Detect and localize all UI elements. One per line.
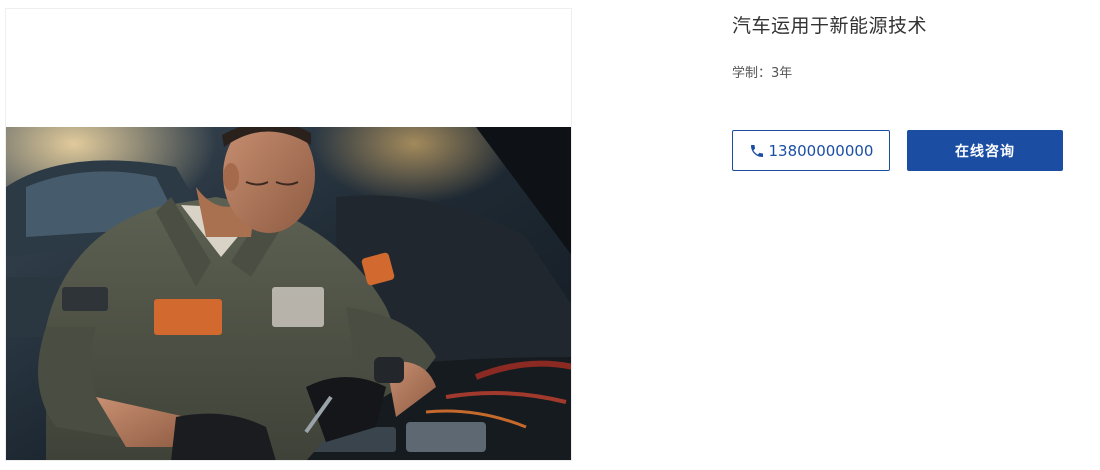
course-title: 汽车运用于新能源技术 <box>732 15 928 37</box>
phone-button[interactable]: 13800000000 <box>732 130 890 171</box>
phone-icon <box>749 143 765 159</box>
course-image-card <box>5 8 572 461</box>
course-detail-page: 汽车运用于新能源技术 学制：3年 13800000000 在线咨询 <box>0 0 1100 470</box>
course-duration: 学制：3年 <box>732 62 792 81</box>
phone-number: 13800000000 <box>768 141 874 160</box>
course-photo <box>6 127 571 460</box>
duration-value: 3年 <box>771 66 793 81</box>
duration-label: 学制： <box>732 66 772 81</box>
online-consult-button[interactable]: 在线咨询 <box>907 130 1063 171</box>
